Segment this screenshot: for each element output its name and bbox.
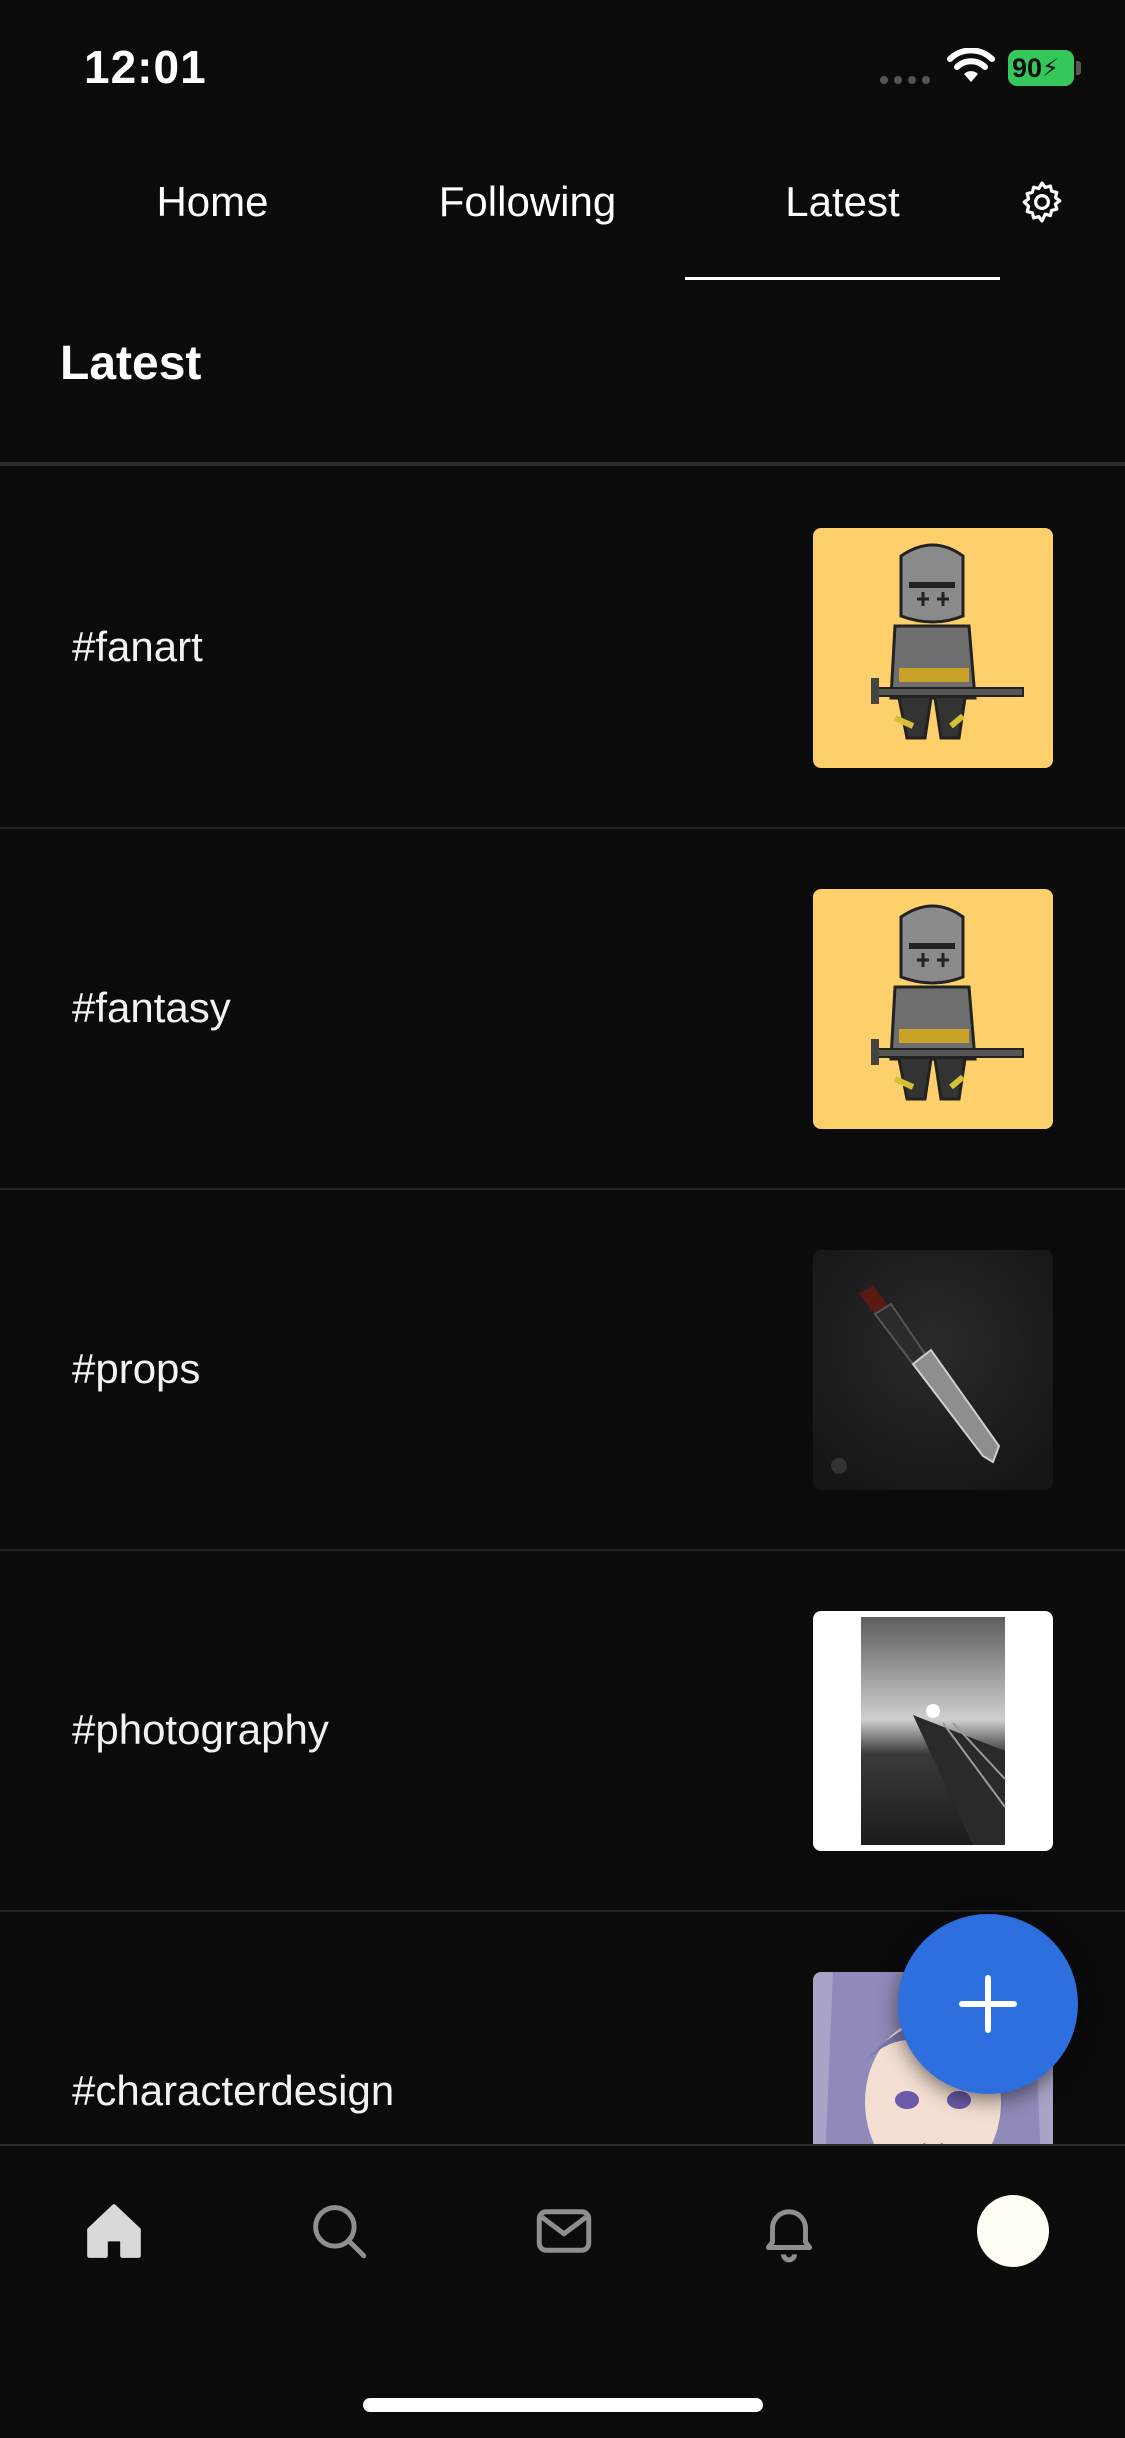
tag-row-fanart[interactable]: #fanart bbox=[0, 466, 1125, 829]
cellular-signal-icon bbox=[880, 76, 930, 84]
nav-home[interactable] bbox=[59, 2176, 169, 2286]
top-tabs: Home Following Latest bbox=[0, 150, 1125, 280]
tab-latest-label: Latest bbox=[785, 178, 900, 225]
page-title: Latest bbox=[60, 337, 202, 390]
avatar bbox=[977, 2195, 1049, 2267]
battery-indicator: 90 ⚡ bbox=[1008, 50, 1074, 86]
nav-profile[interactable] bbox=[958, 2176, 1068, 2286]
search-icon bbox=[313, 2205, 367, 2259]
pier-photo-thumbnail[interactable] bbox=[813, 1611, 1053, 1851]
battery-nub bbox=[1076, 61, 1081, 75]
tag-label: #photography bbox=[72, 1705, 329, 1753]
bell-icon bbox=[765, 2209, 813, 2263]
bottom-nav bbox=[0, 2144, 1125, 2438]
home-indicator bbox=[363, 2398, 763, 2412]
tab-home[interactable]: Home bbox=[110, 178, 315, 278]
gear-icon[interactable] bbox=[1018, 178, 1066, 226]
tag-row-fantasy[interactable]: #fantasy bbox=[0, 827, 1125, 1190]
active-tab-underline bbox=[685, 277, 1000, 280]
plus-icon bbox=[959, 1975, 1017, 2033]
status-time: 12:01 bbox=[84, 41, 207, 93]
mail-icon bbox=[536, 2209, 592, 2253]
wifi-icon bbox=[947, 48, 995, 82]
tag-label: #props bbox=[72, 1344, 201, 1392]
tag-row-props[interactable]: #props bbox=[0, 1188, 1125, 1551]
nav-messages[interactable] bbox=[509, 2176, 619, 2286]
battery-level: 90 bbox=[1012, 52, 1043, 83]
nav-notifications[interactable] bbox=[734, 2176, 844, 2286]
tag-list: #fanart #fantasy #props #photography #ch… bbox=[0, 466, 1125, 2144]
tab-following[interactable]: Following bbox=[410, 178, 645, 278]
nav-search[interactable] bbox=[284, 2176, 394, 2286]
tag-label: #fanart bbox=[72, 622, 203, 670]
home-icon bbox=[87, 2204, 141, 2258]
knight-thumbnail[interactable] bbox=[813, 528, 1053, 768]
knight-thumbnail[interactable] bbox=[813, 889, 1053, 1129]
tag-label: #characterdesign bbox=[72, 2066, 395, 2114]
sword-thumbnail[interactable] bbox=[813, 1250, 1053, 1490]
compose-button[interactable] bbox=[898, 1914, 1078, 2094]
tab-latest[interactable]: Latest bbox=[685, 178, 1000, 280]
tag-label: #fantasy bbox=[72, 983, 231, 1031]
tag-row-photography[interactable]: #photography bbox=[0, 1549, 1125, 1912]
status-bar: 12:01 90 ⚡ bbox=[0, 0, 1125, 130]
